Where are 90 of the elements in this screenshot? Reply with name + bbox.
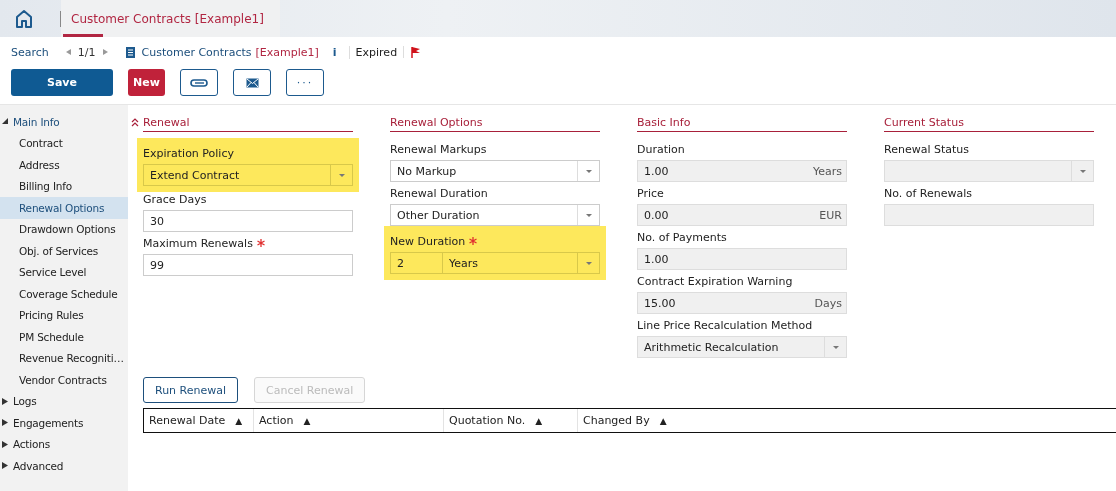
dropdown-field[interactable]: Years [443, 252, 600, 274]
nav-item[interactable]: Revenue Recogniti… [0, 347, 128, 369]
action-button[interactable]: Run Renewal [143, 377, 239, 403]
email-button[interactable] [233, 69, 271, 96]
next-icon[interactable] [101, 48, 109, 56]
field-label: Contract Expiration Warning [637, 274, 793, 288]
field-label: New Duration [390, 234, 478, 248]
collapsed-icon[interactable] [2, 440, 9, 448]
caret-icon[interactable] [585, 261, 592, 265]
section-title: Renewal Options [390, 113, 600, 132]
sort-icon[interactable]: ▲ [235, 415, 243, 426]
flag-icon[interactable] [410, 46, 422, 58]
expanded-icon[interactable] [2, 118, 9, 126]
collapsed-icon[interactable] [2, 462, 9, 470]
section-title: Current Status [884, 113, 1094, 132]
field-label: Renewal Duration [390, 186, 488, 200]
tab[interactable]: Customer Contracts [Example1] [61, 0, 280, 37]
nav-group[interactable]: Main Info [13, 115, 60, 128]
field-label: Grace Days [143, 192, 207, 206]
input-field[interactable]: 1.00 Years [637, 160, 847, 182]
search-link[interactable]: Search [11, 45, 49, 59]
nav-item[interactable]: Billing Info [0, 175, 128, 197]
caret-icon[interactable] [832, 345, 839, 349]
field-label: Renewal Status [884, 142, 969, 156]
previous-icon[interactable] [64, 48, 72, 56]
nav-item[interactable]: Service Level [0, 261, 128, 283]
field-label: Renewal Markups [390, 142, 487, 156]
nav-item[interactable]: Contract [0, 132, 128, 154]
input-field[interactable]: 99 [143, 254, 353, 276]
field-label: No. of Payments [637, 230, 727, 244]
field-label: Duration [637, 142, 685, 156]
nav-item[interactable]: Vendor Contracts [0, 369, 128, 391]
status-label: Expired [348, 45, 398, 59]
caret-icon[interactable] [1079, 169, 1086, 173]
column-header[interactable]: Changed By ▲ [578, 409, 1116, 432]
nav-item[interactable]: Address [0, 154, 128, 176]
nav-group[interactable]: Logs [13, 395, 37, 408]
nav-item[interactable]: PM Schedule [0, 326, 128, 348]
column-header[interactable]: Action ▲ [254, 409, 444, 432]
dropdown-field[interactable]: No Markup [390, 160, 600, 182]
sort-icon[interactable]: ▲ [303, 415, 311, 426]
field-label: No. of Renewals [884, 186, 973, 200]
input-field[interactable]: 15.00 Days [637, 292, 847, 314]
dropdown-field[interactable] [884, 160, 1094, 182]
collapse-icon[interactable] [131, 118, 139, 127]
required-icon [469, 236, 478, 245]
caret-icon[interactable] [585, 213, 592, 217]
record-name: Customer Contracts [141, 45, 252, 59]
caret-icon[interactable] [338, 173, 345, 177]
section-title: Renewal [143, 114, 190, 131]
collapsed-icon[interactable] [2, 397, 9, 405]
nav-item[interactable]: Obj. of Services [0, 240, 128, 262]
nav-group[interactable]: Actions [13, 438, 50, 451]
document-icon [124, 46, 136, 58]
sort-icon[interactable]: ▲ [535, 415, 543, 426]
caret-icon[interactable] [585, 169, 592, 173]
save-button[interactable]: Save [11, 69, 113, 96]
section-title: Basic Info [637, 113, 847, 132]
record-id: [Example1] [255, 45, 319, 59]
nav-item[interactable]: Pricing Rules [0, 304, 128, 326]
sort-icon[interactable]: ▲ [659, 415, 667, 426]
paperclip-icon [190, 78, 208, 87]
input-field[interactable]: 1.00 [637, 248, 847, 270]
field-label: Maximum Renewals [143, 236, 265, 250]
pager-count: 1/1 [77, 45, 96, 59]
nav-group[interactable]: Engagements [13, 416, 84, 429]
collapsed-icon[interactable] [2, 419, 9, 427]
home-icon[interactable] [14, 8, 34, 29]
input-field[interactable]: 2 [390, 252, 443, 274]
dropdown-field[interactable]: Arithmetic Recalculation [637, 336, 847, 358]
nav-item[interactable]: Coverage Schedule [0, 283, 128, 305]
nav-group[interactable]: Advanced [13, 459, 64, 472]
column-header[interactable]: Quotation No. ▲ [444, 409, 578, 432]
nav-item[interactable]: Drawdown Options [0, 218, 128, 240]
column-header[interactable]: Renewal Date ▲ [144, 409, 254, 432]
new-button[interactable]: New [128, 69, 165, 96]
nav-item[interactable]: Renewal Options [0, 197, 128, 219]
attach-button[interactable] [180, 69, 218, 96]
required-icon [256, 238, 265, 247]
input-field[interactable] [884, 204, 1094, 226]
input-field[interactable]: 30 [143, 210, 353, 232]
field-label: Expiration Policy [143, 146, 234, 160]
more-button[interactable]: ··· [286, 69, 324, 96]
field-label: Line Price Recalculation Method [637, 318, 813, 332]
input-field[interactable]: 0.00 EUR [637, 204, 847, 226]
dropdown-field[interactable]: Extend Contract [143, 164, 353, 186]
field-label: Price [637, 186, 664, 200]
envelope-icon [245, 77, 259, 88]
dropdown-field[interactable]: Other Duration [390, 204, 600, 226]
info-icon[interactable]: i [332, 45, 337, 59]
